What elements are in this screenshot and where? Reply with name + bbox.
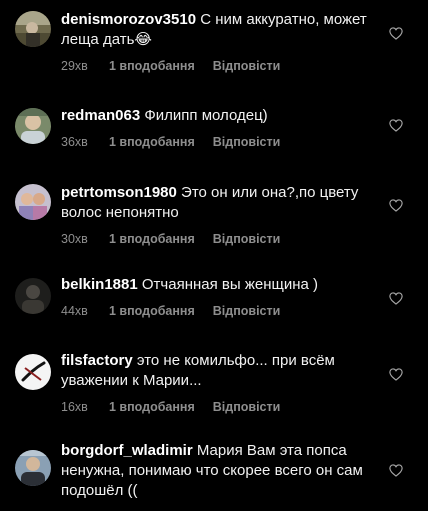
reply-button[interactable]: Відповісти [213, 400, 281, 415]
comment-meta: 16хв 1 вподобання Відповісти [61, 400, 379, 415]
comment-username[interactable]: redman063 [61, 107, 140, 124]
reply-button[interactable]: Відповісти [213, 304, 281, 319]
comment-time: 44хв [61, 304, 88, 318]
comment-text-block: denismorozov3510 С ним аккуратно, может … [61, 10, 379, 50]
comment-username[interactable]: petrtomson1980 [61, 184, 177, 201]
comment-meta: 29хв 1 вподобання Відповісти [61, 59, 379, 74]
comment-meta: 36хв 1 вподобання Відповісти [61, 135, 379, 150]
reply-button[interactable]: Відповісти [213, 232, 281, 247]
reply-button[interactable]: Відповісти [213, 59, 281, 74]
avatar[interactable] [15, 354, 51, 390]
comment-likes-link[interactable]: 1 вподобання [109, 304, 195, 319]
heart-outline-icon[interactable] [389, 464, 403, 477]
comment-username[interactable]: borgdorf_wladimir [61, 442, 193, 459]
comment-time: 16хв [61, 400, 88, 414]
comment-username[interactable]: belkin1881 [61, 276, 138, 293]
avatar[interactable] [15, 184, 51, 220]
comment-text-block: belkin1881 Отчаянная вы женщина ) [61, 275, 379, 295]
comment-text: Филипп молодец) [144, 107, 268, 124]
avatar[interactable] [15, 450, 51, 486]
comment-text-block: petrtomson1980 Это он или она?,по цвету … [61, 183, 379, 223]
comment-likes-link[interactable]: 1 вподобання [109, 232, 195, 247]
comment-username[interactable]: filsfactory [61, 352, 133, 369]
comment-username[interactable]: denismorozov3510 [61, 11, 196, 28]
comment-meta: 30хв 1 вподобання Відповісти [61, 232, 379, 247]
comment-meta: 44хв 1 вподобання Відповісти [61, 304, 379, 319]
comment-likes-link[interactable]: 1 вподобання [109, 135, 195, 150]
avatar[interactable] [15, 108, 51, 144]
comment-time: 29хв [61, 59, 88, 73]
comment-likes-link[interactable]: 1 вподобання [109, 400, 195, 415]
comment-time: 36хв [61, 135, 88, 149]
heart-outline-icon[interactable] [389, 27, 403, 40]
reply-button[interactable]: Відповісти [213, 135, 281, 150]
heart-outline-icon[interactable] [389, 199, 403, 212]
comment-likes-link[interactable]: 1 вподобання [109, 59, 195, 74]
avatar[interactable] [15, 11, 51, 47]
heart-outline-icon[interactable] [389, 119, 403, 132]
heart-outline-icon[interactable] [389, 292, 403, 305]
comment-text-block: filsfactory это не комильфо... при всём … [61, 351, 379, 391]
comment-time: 30хв [61, 232, 88, 246]
comment-text-block: borgdorf_wladimir Мария Вам эта попса не… [61, 441, 379, 501]
avatar[interactable] [15, 278, 51, 314]
comment-text-block: redman063 Филипп молодец) [61, 106, 379, 126]
comment-text: Отчаянная вы женщина ) [141, 276, 318, 293]
heart-outline-icon[interactable] [389, 368, 403, 381]
